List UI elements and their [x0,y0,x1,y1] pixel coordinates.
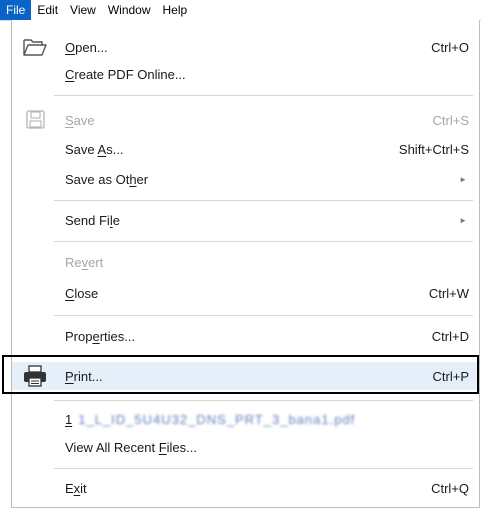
menu-edit[interactable]: Edit [31,0,64,20]
menu-item-save-as[interactable]: Save As... Shift+Ctrl+S [12,135,479,163]
menu-item-label: Send File [65,212,120,228]
separator [54,241,473,242]
menu-item-label: Properties... [65,328,136,344]
menu-item-label: Save [65,112,95,128]
menu-item-revert[interactable]: Revert [12,248,479,276]
menu-item-label: Create PDF Online... [65,66,186,82]
file-menu-dropdown: Open... Ctrl+O Create PDF Online... Save… [11,20,480,508]
folder-open-icon [22,35,48,59]
menu-help[interactable]: Help [157,0,194,20]
menu-item-label: Exit [65,480,87,496]
separator [54,468,473,469]
menu-file[interactable]: File [0,0,32,20]
shortcut-text: Ctrl+O [431,39,469,55]
menu-item-label: View All Recent Files... [65,439,197,455]
shortcut-text: Ctrl+D [431,328,469,344]
menu-item-label: Revert [65,254,104,270]
menu-item-label: Close [65,285,99,301]
menu-item-close[interactable]: Close Ctrl+W [12,279,479,307]
menu-item-view-all-recent-files[interactable]: View All Recent Files... [12,433,479,461]
menu-item-create-pdf-online[interactable]: Create PDF Online... [12,60,479,88]
shortcut-text: Ctrl+S [432,112,469,128]
shortcut-text: Ctrl+W [428,285,469,301]
menu-item-recent-file-1[interactable]: 1 1_L_ID_5U4U32_DNS_PRT_3_bana1.pdf [12,405,479,433]
menu-item-label: Open... [65,39,108,55]
separator [54,200,473,201]
print-highlight-box [2,355,479,394]
menu-window[interactable]: Window [102,0,157,20]
menu-item-label: Save As... [65,141,124,157]
separator [54,315,473,316]
submenu-arrow-icon: ► [459,215,467,225]
save-disk-icon [22,108,48,132]
shortcut-text: Ctrl+Q [431,480,469,496]
menu-view[interactable]: View [64,0,102,20]
menu-item-open[interactable]: Open... Ctrl+O [12,33,479,61]
menu-item-save[interactable]: Save Ctrl+S [12,106,479,134]
menu-item-send-file[interactable]: Send File ► [12,206,479,234]
menu-item-properties[interactable]: Properties... Ctrl+D [12,322,479,350]
shortcut-text: Shift+Ctrl+S [398,141,469,157]
menu-item-label: Save as Other [65,171,149,187]
menu-item-exit[interactable]: Exit Ctrl+Q [12,474,479,502]
separator [54,400,473,401]
separator [54,95,473,96]
menu-item-label: 1 1_L_ID_5U4U32_DNS_PRT_3_bana1.pdf [65,411,356,427]
submenu-arrow-icon: ► [459,174,467,184]
menu-bar: File Edit View Window Help [0,0,481,21]
menu-item-save-as-other[interactable]: Save as Other ► [12,165,479,193]
